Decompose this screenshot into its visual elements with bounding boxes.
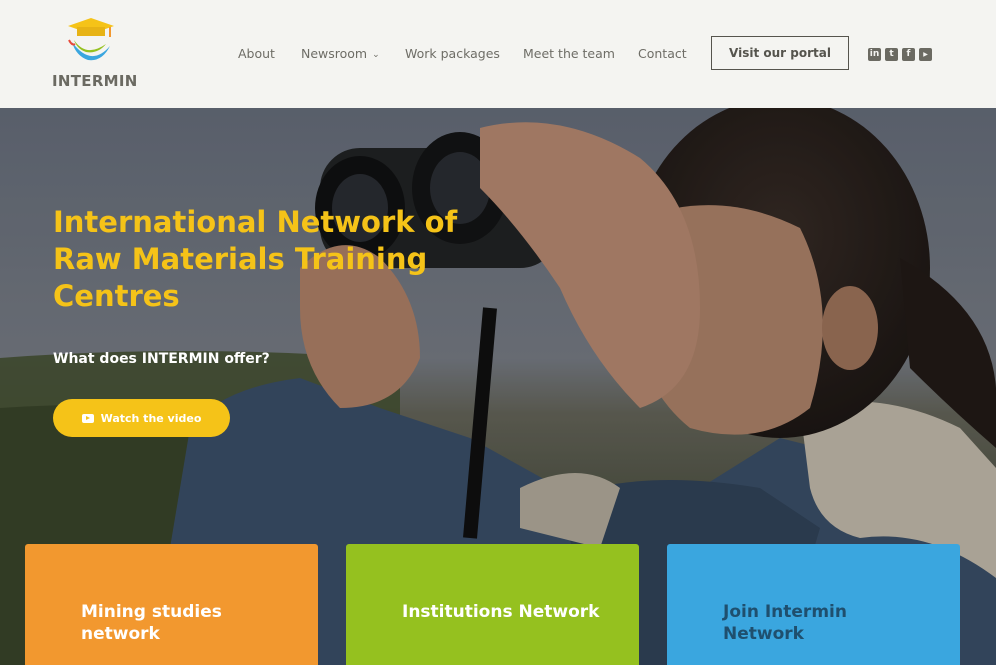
join-intermin-network-card[interactable]: Join Intermin Network bbox=[667, 544, 960, 665]
hero-title: International Network of Raw Materials T… bbox=[53, 205, 458, 313]
chevron-down-icon: ⌄ bbox=[372, 50, 380, 60]
nav-work-packages[interactable]: Work packages bbox=[405, 46, 500, 61]
linkedin-icon[interactable]: in bbox=[868, 48, 881, 61]
nav-contact[interactable]: Contact bbox=[638, 46, 687, 61]
nav-newsroom-label: Newsroom bbox=[301, 46, 368, 61]
youtube-play-icon bbox=[81, 413, 94, 423]
site-header: INTERMIN About Newsroom ⌄ Work packages M… bbox=[0, 0, 996, 108]
card-label: Join Intermin Network bbox=[723, 602, 847, 644]
hero-subtitle: What does INTERMIN offer? bbox=[53, 351, 270, 367]
nav-meet-the-team[interactable]: Meet the team bbox=[523, 46, 615, 61]
graduation-cap-logo-icon bbox=[68, 18, 114, 61]
visit-portal-button[interactable]: Visit our portal bbox=[711, 36, 849, 70]
twitter-icon[interactable]: t bbox=[885, 48, 898, 61]
watch-video-label: Watch the video bbox=[100, 411, 202, 425]
mining-studies-network-card[interactable]: Mining studies network bbox=[25, 544, 318, 665]
card-label: Mining studies network bbox=[81, 602, 222, 644]
watch-video-button[interactable]: Watch the video bbox=[53, 399, 230, 437]
intermin-logo[interactable]: INTERMIN bbox=[52, 16, 138, 92]
facebook-icon[interactable]: f bbox=[902, 48, 915, 61]
youtube-icon[interactable]: ▶ bbox=[919, 48, 932, 61]
logo-wordmark: INTERMIN bbox=[52, 72, 138, 90]
card-label: Institutions Network bbox=[402, 602, 600, 622]
nav-about[interactable]: About bbox=[238, 46, 275, 61]
institutions-network-card[interactable]: Institutions Network bbox=[346, 544, 639, 665]
social-links: in t f ▶ bbox=[868, 48, 932, 61]
nav-newsroom[interactable]: Newsroom ⌄ bbox=[301, 46, 380, 61]
